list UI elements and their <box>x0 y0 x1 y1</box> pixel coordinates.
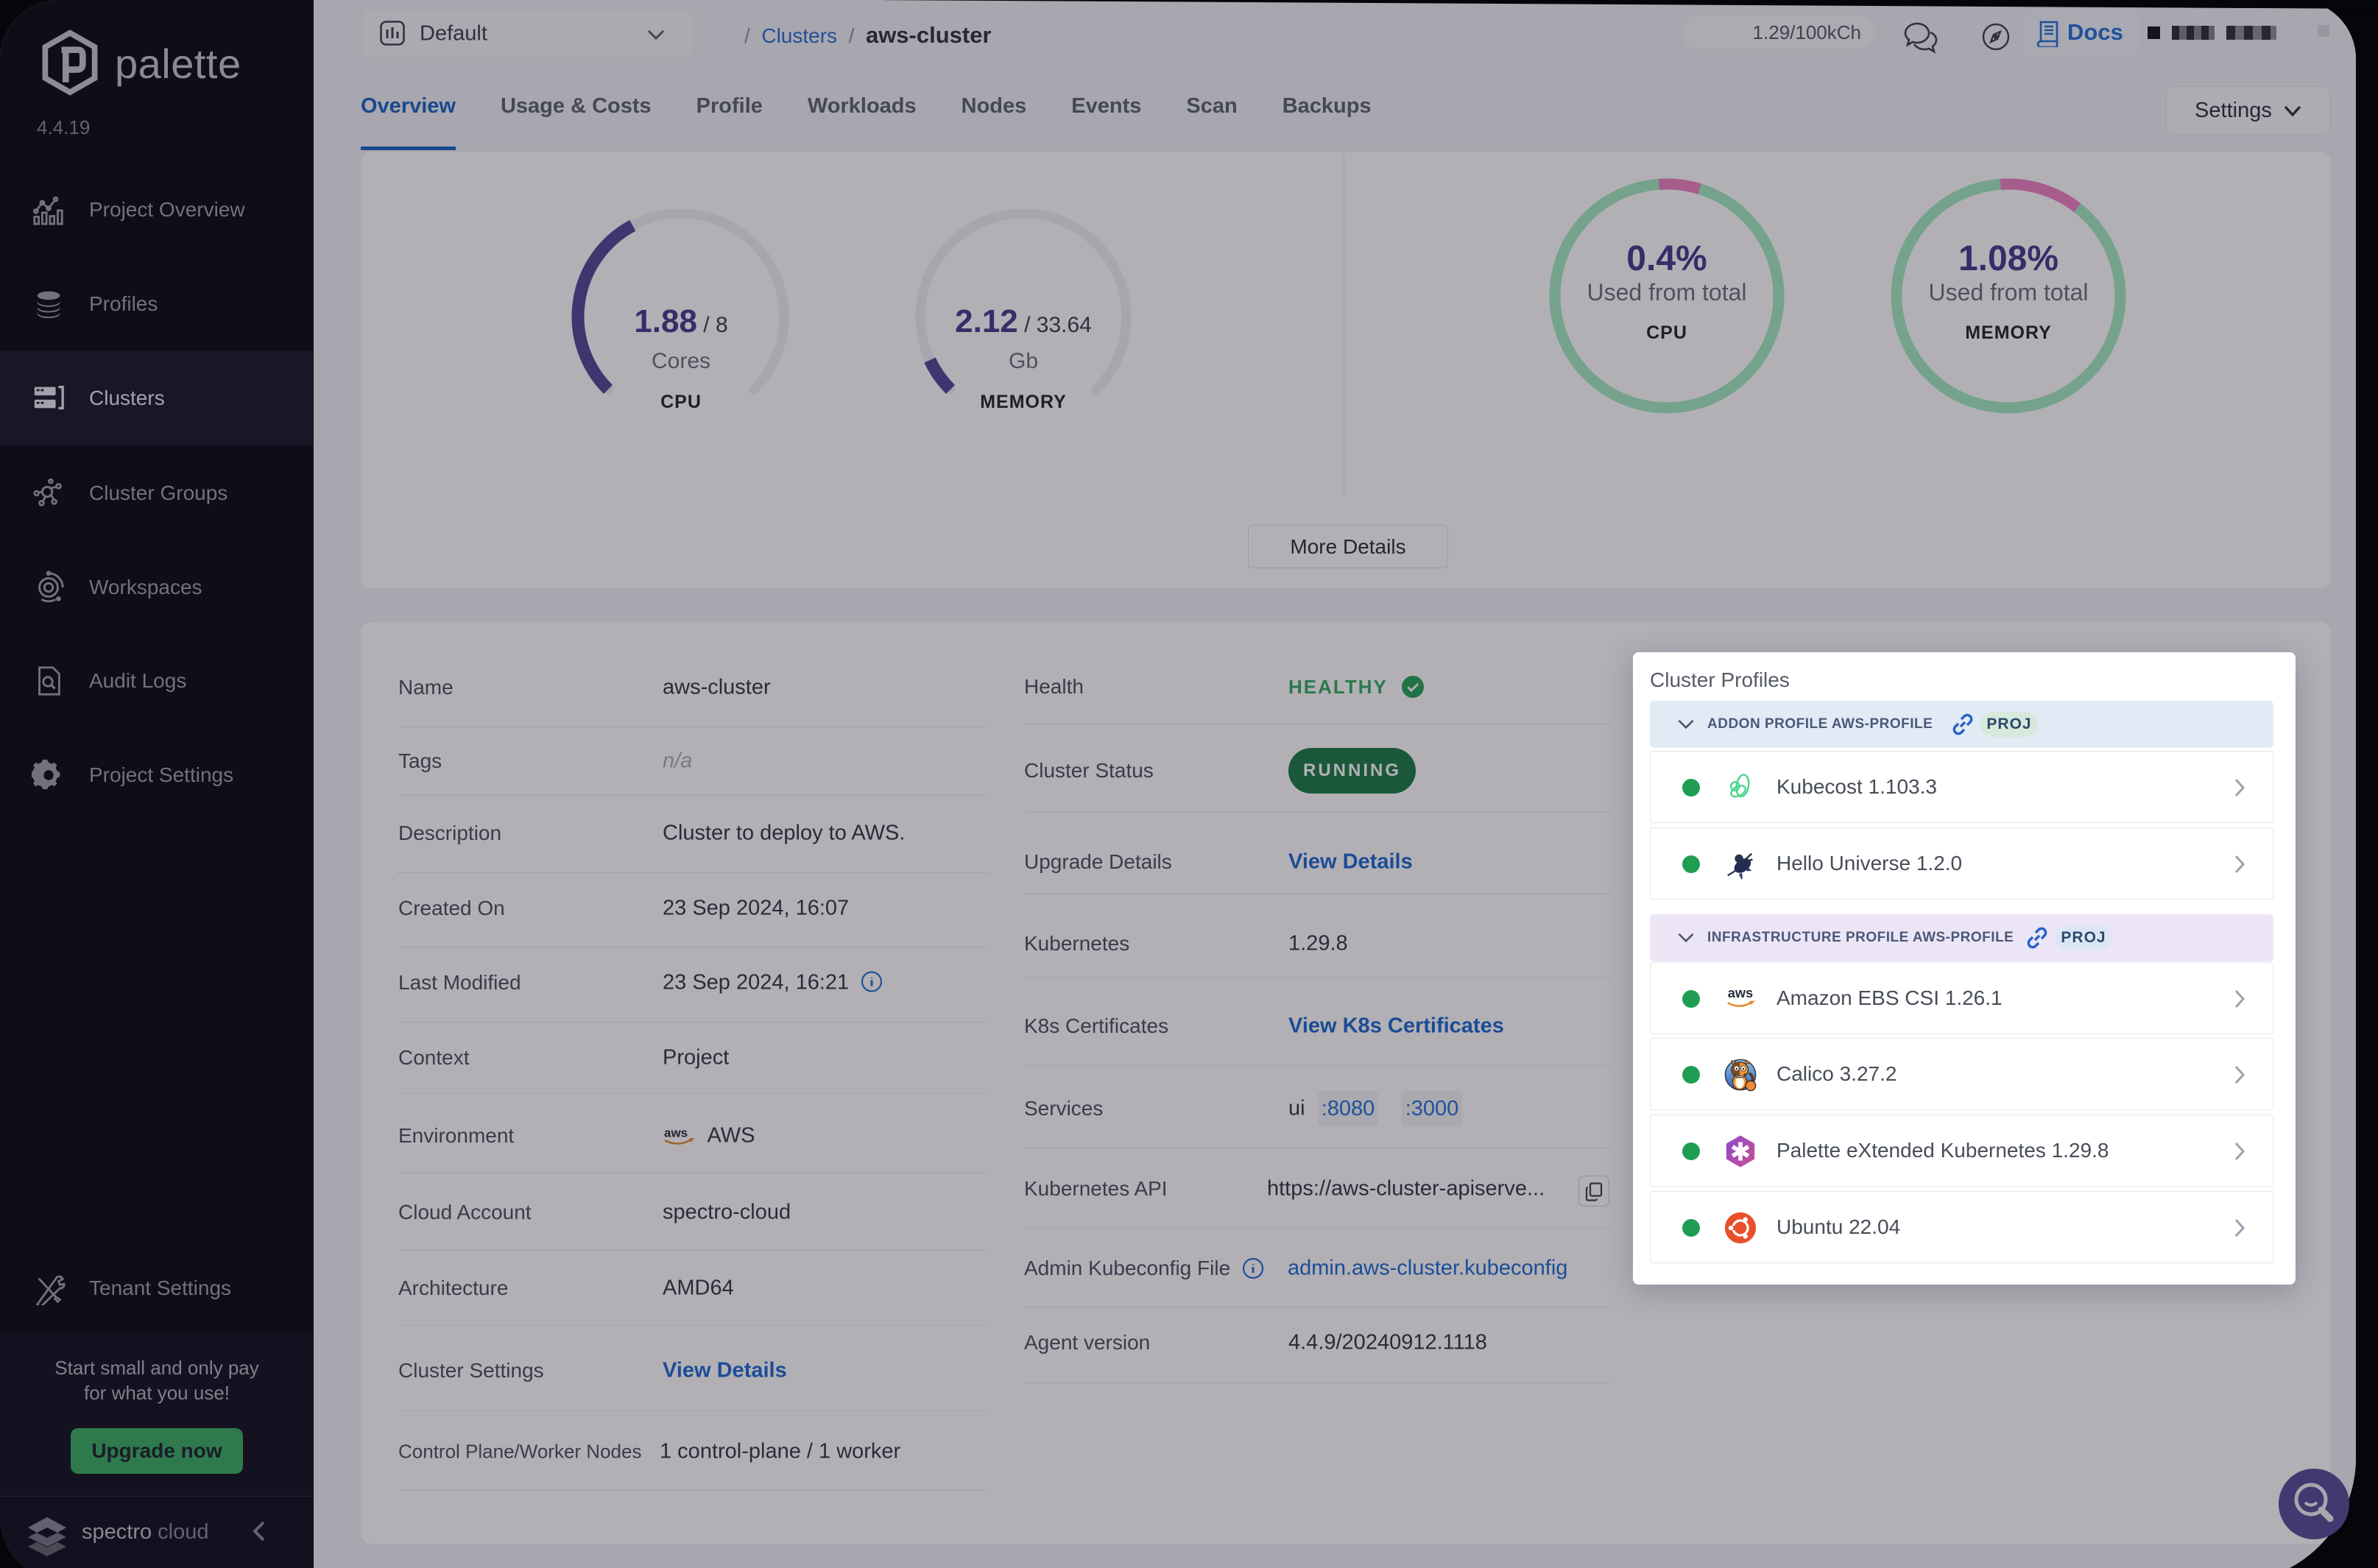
svg-text:aws: aws <box>1728 986 1753 1000</box>
svg-text:aws: aws <box>664 1126 688 1140</box>
